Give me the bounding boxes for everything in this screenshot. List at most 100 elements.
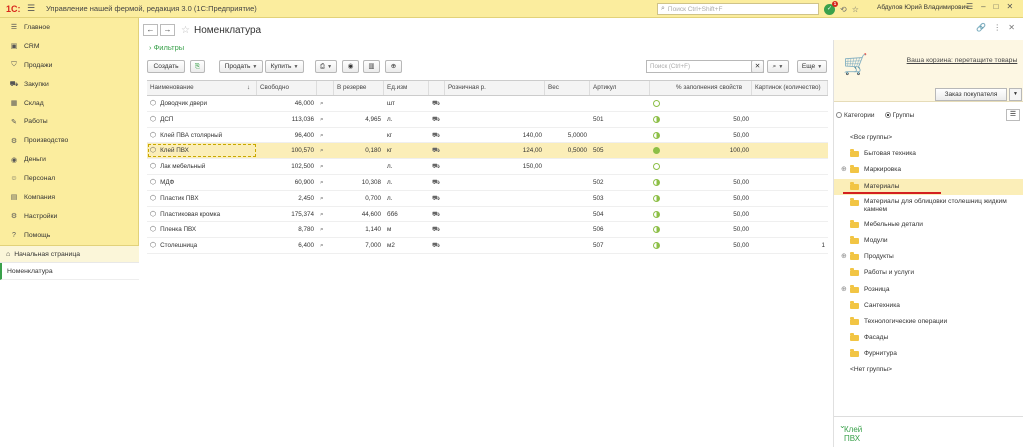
table-row[interactable]: ⬡ Столешница 6,400 ⌕ 7,000 м2 ⛟ 507 50,00 1 [147,238,828,254]
sidebar-item-7[interactable]: ◉ Деньги [0,150,138,169]
favorites-star-icon[interactable]: ☆ [852,5,859,14]
tree-node[interactable]: Модули [834,233,1023,249]
table-row[interactable]: ⬡ Пленка ПВХ 8,780 ⌕ 1,140 м ⛟ 506 50,00 [147,222,828,239]
sell-button[interactable]: Продать ▼ [219,60,263,73]
sidebar-item-3[interactable]: ⛟ Закупки [0,75,138,94]
more-button[interactable]: Еще ▼ [797,60,827,73]
filters-toggle[interactable]: › Фильтры [149,43,184,52]
order-dropdown-icon[interactable]: ▼ [1009,88,1022,101]
table-row[interactable]: ⬡ Пластиковая кромка 175,374 ⌕ 44,600 бб6 ⛟ 504… [147,207,828,223]
cart-drop-area[interactable]: 🛒 Ваша корзина: перетащите товары Заказ … [834,40,1023,102]
stock-detail-icon[interactable]: ⌕ [317,128,334,143]
minimize-icon[interactable]: – [981,2,985,11]
stock-detail-icon[interactable]: ⌕ [317,143,334,158]
stock-detail-icon[interactable]: ⌕ [317,238,334,253]
tree-node[interactable]: Технологические операции [834,314,1023,330]
customer-order-button[interactable]: Заказ покупателя [935,88,1007,101]
sidebar-item-2[interactable]: ⛉ Продажи [0,56,138,75]
add-to-cart-icon[interactable]: ⛟ [429,112,445,127]
add-to-cart-icon[interactable]: ⛟ [429,128,445,143]
stock-detail-icon[interactable]: ⌕ [317,112,334,127]
sidebar-item-0[interactable]: ☰ Главное [0,18,138,37]
sidebar-item-11[interactable]: ? Помощь [0,226,138,245]
favorite-star-icon[interactable]: ☆ [181,25,190,36]
col-unit[interactable]: Ед.изм [384,81,429,95]
stock-detail-icon[interactable]: ⌕ [317,207,334,222]
tree-node[interactable]: Работы и услуги [834,265,1023,281]
col-pictures[interactable]: Картинок (количество) [752,81,828,95]
radio-groups[interactable]: Группы [884,112,914,119]
buy-button[interactable]: Купить ▼ [265,60,304,73]
add-to-cart-icon[interactable]: ⛟ [429,238,445,253]
target-icon[interactable]: ⊕ [385,60,402,73]
copy-icon[interactable]: ⎘ [190,60,205,73]
add-to-cart-icon[interactable]: ⛟ [429,175,445,190]
tree-node[interactable]: Мебельные детали [834,217,1023,233]
sidebar-item-1[interactable]: ▣ CRM [0,37,138,56]
close-page-icon[interactable]: ✕ [1008,23,1015,32]
restore-icon[interactable]: □ [994,2,999,11]
stock-detail-icon[interactable]: ⌕ [317,96,334,111]
tree-node[interactable]: Фасады [834,330,1023,346]
stock-detail-icon[interactable]: ⌕ [317,222,334,237]
open-window-nomenclature[interactable]: Номенклатура [0,263,139,280]
settings-lines-icon[interactable]: ☰ [966,2,973,11]
forward-button[interactable]: → [160,24,175,36]
tree-node[interactable]: Фурнитура [834,346,1023,362]
tree-settings-icon[interactable]: ☰ [1006,109,1020,121]
tree-node[interactable]: <Нет группы> [834,362,1023,378]
tree-node[interactable]: Материалы для облицовки столешниц жидким… [834,195,1023,217]
global-search-input[interactable]: ⌕ Поиск Ctrl+Shift+F [657,3,819,15]
add-to-cart-icon[interactable]: ⛟ [429,191,445,206]
expand-icon[interactable]: ⊕ [841,282,847,298]
table-row[interactable]: ⬡ Лак мебельный 102,500 ⌕ л. ⛟ 150,00 [147,159,828,175]
add-to-cart-icon[interactable]: ⛟ [429,207,445,222]
table-row[interactable]: ⬡ Клей ПВА столярный 96,400 ⌕ кг ⛟ 140,00 5,000… [147,128,828,144]
add-to-cart-icon[interactable]: ⛟ [429,159,445,174]
tree-node[interactable]: ⊕ Продукты [834,249,1023,265]
table-row[interactable]: ⬡ Клей ПВХ 100,570 ⌕ 0,180 кг ⛟ 124,00 0,5000 505… [147,143,828,160]
barcode-icon[interactable]: ▥ [363,60,380,73]
cart-hint[interactable]: Ваша корзина: перетащите товары [904,56,1020,65]
close-icon[interactable]: ✕ [1006,2,1013,11]
col-name[interactable]: Наименование ↓ [147,81,257,95]
more-vertical-icon[interactable]: ⋮ [993,23,1001,32]
add-to-cart-icon[interactable]: ⛟ [429,143,445,158]
col-fill-percent[interactable]: % заполнения свойств [650,81,752,95]
notifications-icon[interactable]: ✓ 1 [824,0,838,15]
add-to-cart-icon[interactable]: ⛟ [429,222,445,237]
stock-detail-icon[interactable]: ⌕ [317,191,334,206]
tree-node[interactable]: Сантехника [834,298,1023,314]
tree-node[interactable]: <Все группы> [834,130,1023,146]
tree-node[interactable]: Бытовая техника [834,146,1023,162]
col-reserve[interactable]: В резерве [334,81,384,95]
search-options-icon[interactable]: ⌕ ▼ [767,60,789,73]
table-row[interactable]: ⬡ ДСП 113,036 ⌕ 4,965 л. ⛟ 501 50,00 [147,112,828,128]
view-icon[interactable]: ◉ [342,60,359,73]
user-name[interactable]: Абдулов Юрий Владимирович [877,4,969,11]
sidebar-item-10[interactable]: ⚙ Настройки [0,207,138,226]
col-weight[interactable]: Вес [545,81,590,95]
table-row[interactable]: ⬡ МДФ 60,900 ⌕ 10,308 л. ⛟ 502 50,00 [147,175,828,191]
home-page-link[interactable]: ⌂ Начальная страница [0,246,139,263]
stock-detail-icon[interactable]: ⌕ [317,159,334,174]
sidebar-item-4[interactable]: ▦ Склад [0,94,138,113]
create-button[interactable]: Создать [147,60,185,73]
history-icon[interactable]: ⟲ [840,5,847,14]
clear-search-icon[interactable]: ✕ [751,60,764,73]
menu-icon[interactable]: ☰ [24,3,38,14]
table-row[interactable]: ⬡ Пластик ПВХ 2,450 ⌕ 0,700 л. ⛟ 503 50,00 [147,191,828,207]
sidebar-item-9[interactable]: ▤ Компания [0,188,138,207]
table-search-input[interactable]: Поиск (Ctrl+F) [646,60,764,73]
radio-categories[interactable]: Категории [836,112,875,119]
sidebar-item-8[interactable]: ☺ Персонал [0,169,138,188]
tree-node[interactable]: ⊕ Маркировка [834,162,1023,178]
col-price[interactable]: Розничная р. [445,81,545,95]
tree-node[interactable]: ⊕ Розница [834,282,1023,298]
stock-detail-icon[interactable]: ⌕ [317,175,334,190]
col-article[interactable]: Артикул [590,81,650,95]
col-free[interactable]: Свободно [257,81,317,95]
sidebar-item-6[interactable]: ⚙ Производство [0,131,138,150]
link-icon[interactable]: 🔗 [976,23,986,32]
expand-icon[interactable]: ⊕ [841,249,847,265]
